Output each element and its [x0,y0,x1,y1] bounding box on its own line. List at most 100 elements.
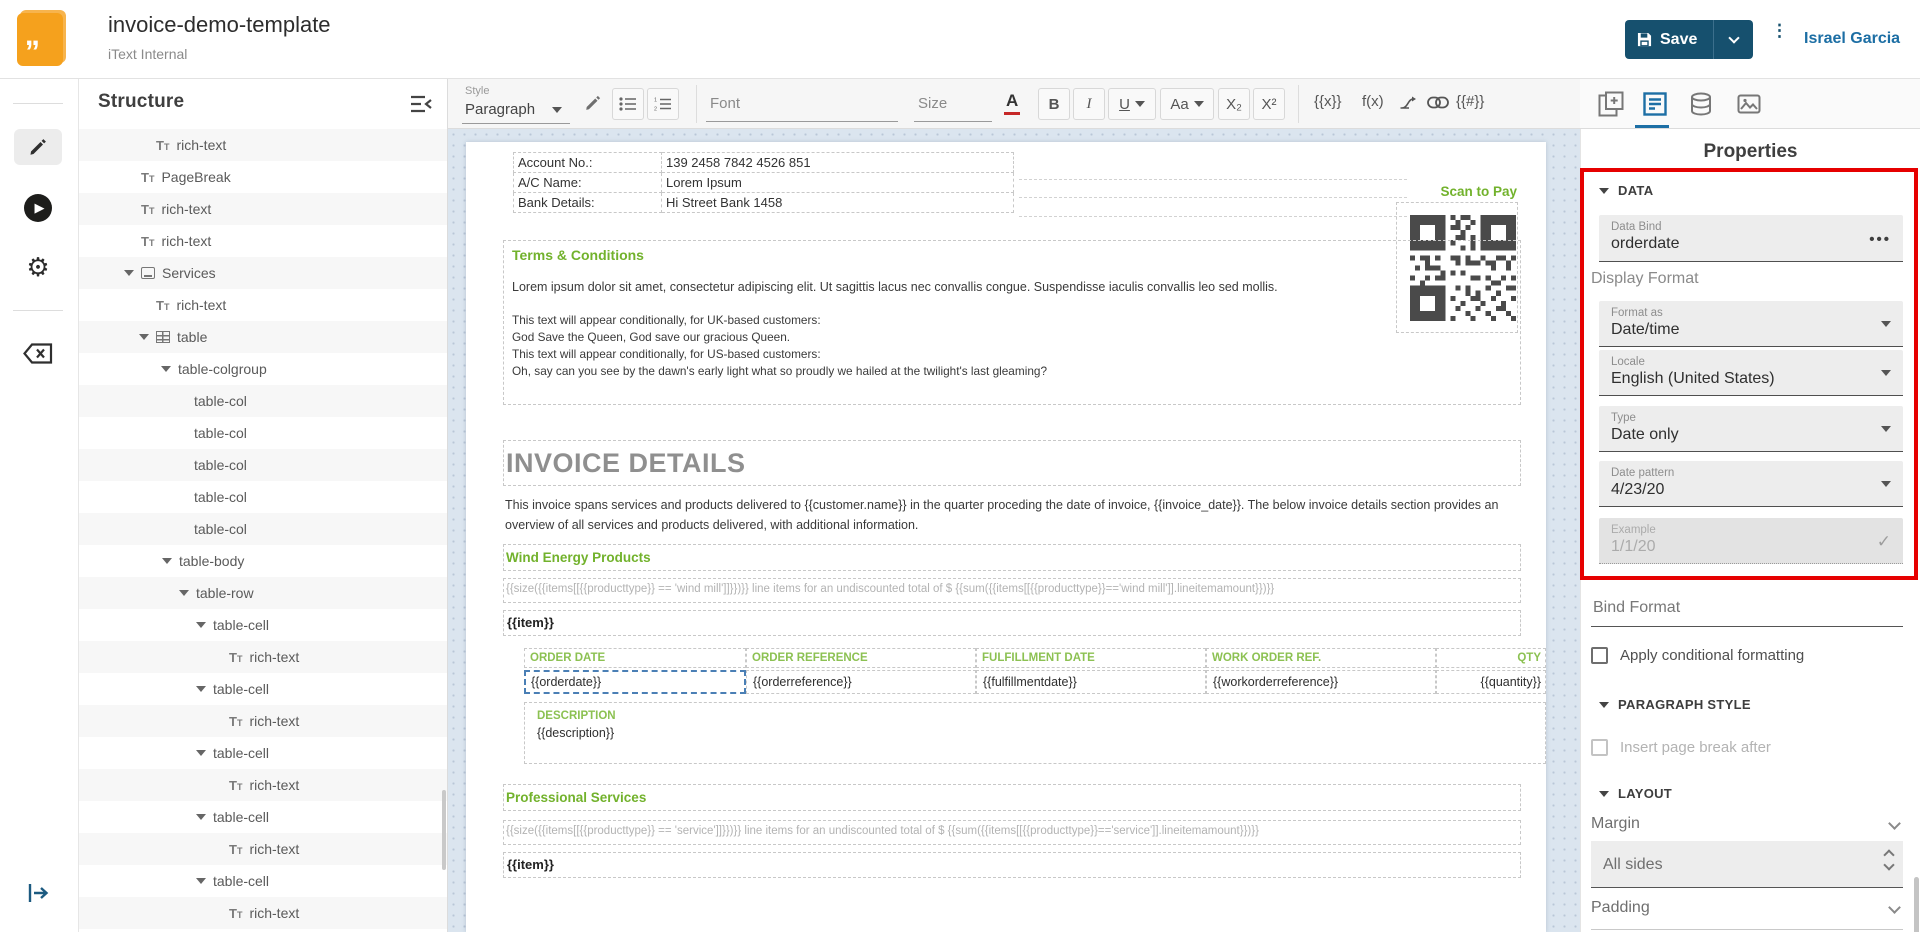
bullet-list-button[interactable] [612,88,644,120]
doc-table-cell-selected[interactable]: {{orderdate}} [524,670,746,694]
expand-arrow-icon[interactable] [139,334,149,340]
document-page[interactable]: Account No.:139 2458 7842 4526 851A/C Na… [466,142,1546,932]
tree-item-table[interactable]: table [79,321,447,353]
doc-table-cell[interactable]: {{workorderreference}} [1206,670,1436,694]
dropdown-icon[interactable] [1881,481,1891,487]
tree-item-table-body[interactable]: table-body [79,545,447,577]
dropdown-icon[interactable] [1881,426,1891,432]
tree-item-rich-text[interactable]: TTrich-text [79,897,447,929]
underline-button[interactable]: U [1108,88,1156,120]
tree-item-table-colgroup[interactable]: table-colgroup [79,353,447,385]
field-example[interactable]: Example1/1/20✓ [1599,518,1903,564]
bind-format-input[interactable]: Bind Format [1591,591,1903,627]
tree-item-rich-text[interactable]: TTrich-text [79,641,447,673]
tree-item-table-cell[interactable]: table-cell [79,609,447,641]
collapse-exit-button[interactable] [14,875,62,911]
expand-arrow-icon[interactable] [161,366,171,372]
doc-table-header[interactable]: WORK ORDER REF. [1206,648,1436,668]
italic-button[interactable]: I [1073,88,1105,120]
save-split-button[interactable]: Save [1625,20,1753,59]
invoice-details-heading-block[interactable]: INVOICE DETAILS [503,440,1521,486]
bank-details-table[interactable]: Account No.:139 2458 7842 4526 851A/C Na… [513,152,1014,213]
case-button[interactable]: Aa [1160,88,1214,120]
invoice-details-paragraph[interactable]: This invoice spans services and products… [505,496,1519,535]
section-paragraph-style[interactable]: PARAGRAPH STYLE [1599,697,1751,712]
page-break-checkbox-row[interactable]: Insert page break after [1591,739,1771,756]
expand-arrow-icon[interactable] [162,558,172,564]
expand-arrow-icon[interactable] [124,270,134,276]
edit-mode-button[interactable] [14,129,62,165]
bold-button[interactable]: B [1038,88,1070,120]
data-bind-menu-icon[interactable]: ••• [1869,231,1891,248]
user-menu[interactable]: Israel Garcia [1804,30,1900,48]
field-date-pattern[interactable]: Date pattern4/23/20 [1599,461,1903,507]
size-select[interactable]: Size [918,95,947,112]
wind-item-token[interactable]: {{item}} [503,610,1521,636]
save-button[interactable]: Save [1625,20,1713,59]
panel-scrollbar[interactable] [1914,877,1919,932]
doc-table-header[interactable]: ORDER REFERENCE [746,648,976,668]
tree-item-table-col[interactable]: table-col [79,481,447,513]
structure-scrollbar[interactable] [442,790,446,870]
style-select[interactable]: Paragraph [465,101,535,118]
tree-item-rich-text[interactable]: TTrich-text [79,705,447,737]
field-format-as[interactable]: Format asDate/time [1599,301,1903,347]
overflow-menu-button[interactable]: ⋮ [1771,26,1787,35]
field-locale[interactable]: LocaleEnglish (United States) [1599,350,1903,396]
terms-block[interactable]: Terms & Conditions Lorem ipsum dolor sit… [503,240,1521,405]
superscript-button[interactable]: X² [1253,88,1285,120]
tree-item-rich-text[interactable]: TTrich-text [79,129,447,161]
style-dropdown-icon[interactable] [552,107,562,113]
tree-item-table-col[interactable]: table-col [79,449,447,481]
tree-item-table-cell[interactable]: table-cell [79,737,447,769]
data-bind-field[interactable]: Data Bind orderdate ••• [1599,215,1903,262]
dropdown-icon[interactable] [1881,321,1891,327]
condition-branch-icon[interactable] [1400,95,1418,111]
stepper-icons[interactable] [1885,851,1893,869]
service-section-formula[interactable]: {{size({{items[[{{producttype}} == 'serv… [503,820,1521,845]
insert-variable-button[interactable]: {{x}} [1314,93,1342,110]
expand-arrow-icon[interactable] [179,590,189,596]
doc-table-header[interactable]: FULFILLMENT DATE [976,648,1206,668]
margin-all-sides-field[interactable]: All sides [1591,841,1903,888]
tree-item-rich-text[interactable]: TTrich-text [79,225,447,257]
tab-images[interactable] [1736,91,1762,117]
edit-style-pencil-icon[interactable] [584,94,602,112]
doc-table-header[interactable]: ORDER DATE [524,648,746,668]
tab-insert-component[interactable] [1598,91,1624,117]
clear-delete-button[interactable] [14,335,62,371]
margin-row[interactable]: Margin [1591,815,1903,833]
tab-properties[interactable] [1642,91,1668,117]
wind-section-formula[interactable]: {{size({{items[[{{producttype}} == 'wind… [503,578,1521,603]
service-section-heading-block[interactable]: Professional Services [503,784,1521,811]
tree-item-rich-text[interactable]: TTrich-text [79,193,447,225]
settings-button[interactable]: ⚙ [14,250,62,286]
font-color-button[interactable]: A [1004,91,1020,115]
tree-item-rich-text[interactable]: TTrich-text [79,289,447,321]
insert-function-button[interactable]: f(x) [1362,93,1384,110]
checkbox-icon[interactable] [1591,647,1608,664]
section-layout[interactable]: LAYOUT [1599,786,1672,801]
doc-table-cell[interactable]: {{orderreference}} [746,670,976,694]
doc-table-cell[interactable]: {{quantity}} [1436,670,1546,694]
insert-loop-button[interactable]: {{#}} [1456,93,1484,110]
subscript-button[interactable]: X₂ [1218,88,1250,120]
doc-table-header-row[interactable]: ORDER DATEORDER REFERENCEFULFILLMENT DAT… [524,648,1546,668]
padding-row[interactable]: Padding [1591,899,1903,917]
expand-arrow-icon[interactable] [196,750,206,756]
expand-arrow-icon[interactable] [196,686,206,692]
dropdown-icon[interactable] [1881,370,1891,376]
collapse-panel-icon[interactable] [409,94,433,114]
design-canvas[interactable]: Account No.:139 2458 7842 4526 851A/C Na… [448,129,1580,932]
tree-item-table-row[interactable]: table-row [79,577,447,609]
doc-table-cell[interactable]: {{fulfillmentdate}} [976,670,1206,694]
section-data[interactable]: DATA [1599,183,1653,198]
doc-table-header[interactable]: QTY [1436,648,1546,668]
tree-item-table-cell[interactable]: table-cell [79,865,447,897]
tree-item-table-col[interactable]: table-col [79,417,447,449]
doc-table-cell-row[interactable]: {{orderdate}}{{orderreference}}{{fulfill… [524,668,1546,694]
tree-item-table-cell[interactable]: table-cell [79,673,447,705]
tab-data[interactable] [1688,91,1714,117]
tree-item-table-col[interactable]: table-col [79,385,447,417]
field-type[interactable]: TypeDate only [1599,406,1903,452]
